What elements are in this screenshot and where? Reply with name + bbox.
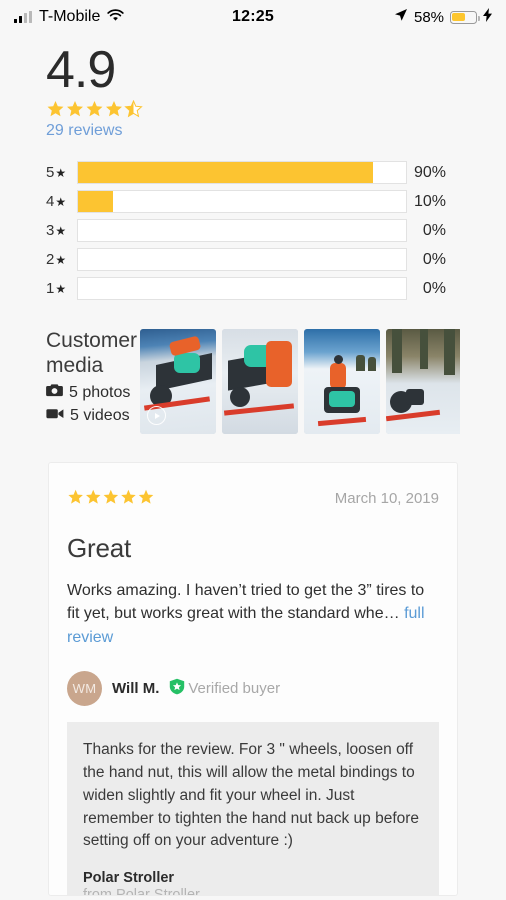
camera-icon bbox=[46, 383, 63, 402]
seller-reply-brand: Polar Stroller bbox=[83, 870, 175, 887]
carrier-label: T-Mobile bbox=[39, 8, 101, 25]
rating-bar-track-1 bbox=[77, 277, 408, 301]
rating-row-label-4: 4 ★ bbox=[46, 193, 67, 211]
rating-bar-track-4 bbox=[77, 190, 408, 214]
review-stars bbox=[67, 489, 155, 507]
avatar: WM bbox=[67, 670, 102, 706]
star-glyph: ★ bbox=[55, 281, 67, 296]
verified-buyer-label: Verified buyer bbox=[188, 679, 281, 697]
rating-row-label-5: 5 ★ bbox=[46, 164, 67, 182]
star-glyph: ★ bbox=[55, 194, 67, 209]
star-glyph: ★ bbox=[55, 165, 67, 180]
status-bar: T-Mobile 12:25 58% bbox=[0, 0, 506, 34]
status-bar-left: T-Mobile bbox=[14, 7, 232, 27]
review-date: March 10, 2019 bbox=[334, 489, 439, 507]
media-thumbnail-4[interactable] bbox=[386, 329, 460, 435]
rating-percent-2: 0% bbox=[422, 250, 446, 268]
review-body-text: Works amazing. I haven’t tried to get th… bbox=[67, 582, 425, 623]
rating-percent-5: 90% bbox=[413, 163, 446, 181]
rating-bar-fill-5 bbox=[78, 162, 374, 184]
average-stars bbox=[46, 100, 506, 119]
video-camera-icon bbox=[46, 407, 64, 425]
rating-percent-1: 0% bbox=[422, 279, 446, 297]
rating-breakdown: 5 ★ 90% 4 ★ 10% 3 ★ 0% 2 ★ 0% 1 ★ 0% bbox=[46, 158, 460, 303]
battery-icon bbox=[450, 10, 480, 24]
rating-bar-track-5 bbox=[77, 161, 408, 185]
customer-media-info: Customer media 5 photos 5 videos bbox=[0, 329, 140, 425]
review-card-header: March 10, 2019 bbox=[67, 489, 439, 507]
seller-reply: Thanks for the review. For 3 " wheels, l… bbox=[67, 721, 439, 897]
author-name: Will M. bbox=[112, 679, 160, 697]
seller-reply-text: Thanks for the review. For 3 " wheels, l… bbox=[83, 740, 420, 850]
star-glyph: ★ bbox=[55, 223, 67, 238]
rating-row-3[interactable]: 3 ★ 0% bbox=[46, 216, 460, 245]
photos-count-label: 5 photos bbox=[69, 383, 131, 401]
lightning-bolt-icon bbox=[483, 7, 493, 27]
rating-row-label-1: 1 ★ bbox=[46, 280, 67, 298]
rating-bar-track-3 bbox=[77, 219, 408, 243]
rating-row-2[interactable]: 2 ★ 0% bbox=[46, 245, 460, 274]
customer-media-title: Customer media bbox=[46, 329, 138, 377]
rating-row-label-3: 3 ★ bbox=[46, 222, 67, 240]
review-page: T-Mobile 12:25 58% 4.9 29 reviews 5 ★ 90… bbox=[0, 0, 506, 900]
photos-count[interactable]: 5 photos bbox=[46, 383, 140, 402]
review-author: WM Will M. Verified buyer bbox=[67, 670, 439, 706]
videos-count-label: 5 videos bbox=[70, 407, 130, 425]
rating-percent-3: 0% bbox=[422, 221, 446, 239]
rating-percent-4: 10% bbox=[413, 192, 446, 210]
media-thumbnail-1[interactable] bbox=[140, 329, 216, 435]
signal-bars-icon bbox=[14, 11, 32, 23]
status-bar-clock-wrap: 12:25 bbox=[232, 8, 274, 26]
star-glyph: ★ bbox=[55, 252, 67, 267]
customer-media-section: Customer media 5 photos 5 videos bbox=[0, 329, 506, 435]
review-card: March 10, 2019 Great Works amazing. I ha… bbox=[48, 462, 458, 897]
clock-label: 12:25 bbox=[232, 8, 274, 25]
review-title: Great bbox=[67, 533, 132, 564]
seller-reply-from: from Polar Stroller bbox=[83, 887, 200, 897]
average-score: 4.9 bbox=[46, 41, 116, 99]
rating-summary: 4.9 29 reviews bbox=[0, 34, 506, 140]
rating-row-4[interactable]: 4 ★ 10% bbox=[46, 187, 460, 216]
rating-row-label-2: 2 ★ bbox=[46, 251, 67, 269]
battery-percent-label: 58% bbox=[413, 8, 445, 26]
verified-shield-icon bbox=[169, 678, 185, 699]
wifi-icon bbox=[107, 7, 125, 27]
media-thumbnail-3[interactable] bbox=[304, 329, 380, 435]
rating-bar-track-2 bbox=[77, 248, 408, 272]
verified-buyer: Verified buyer bbox=[169, 678, 280, 699]
videos-count[interactable]: 5 videos bbox=[46, 407, 140, 425]
review-body: Works amazing. I haven’t tried to get th… bbox=[67, 579, 439, 649]
customer-media-thumbnails[interactable] bbox=[140, 329, 460, 435]
rating-row-5[interactable]: 5 ★ 90% bbox=[46, 158, 460, 187]
rating-bar-fill-4 bbox=[78, 191, 113, 213]
status-bar-right: 58% bbox=[274, 7, 493, 27]
reviews-count-link[interactable]: 29 reviews bbox=[46, 122, 506, 140]
rating-row-1[interactable]: 1 ★ 0% bbox=[46, 274, 460, 303]
location-arrow-icon bbox=[394, 7, 408, 27]
media-thumbnail-2[interactable] bbox=[222, 329, 298, 435]
